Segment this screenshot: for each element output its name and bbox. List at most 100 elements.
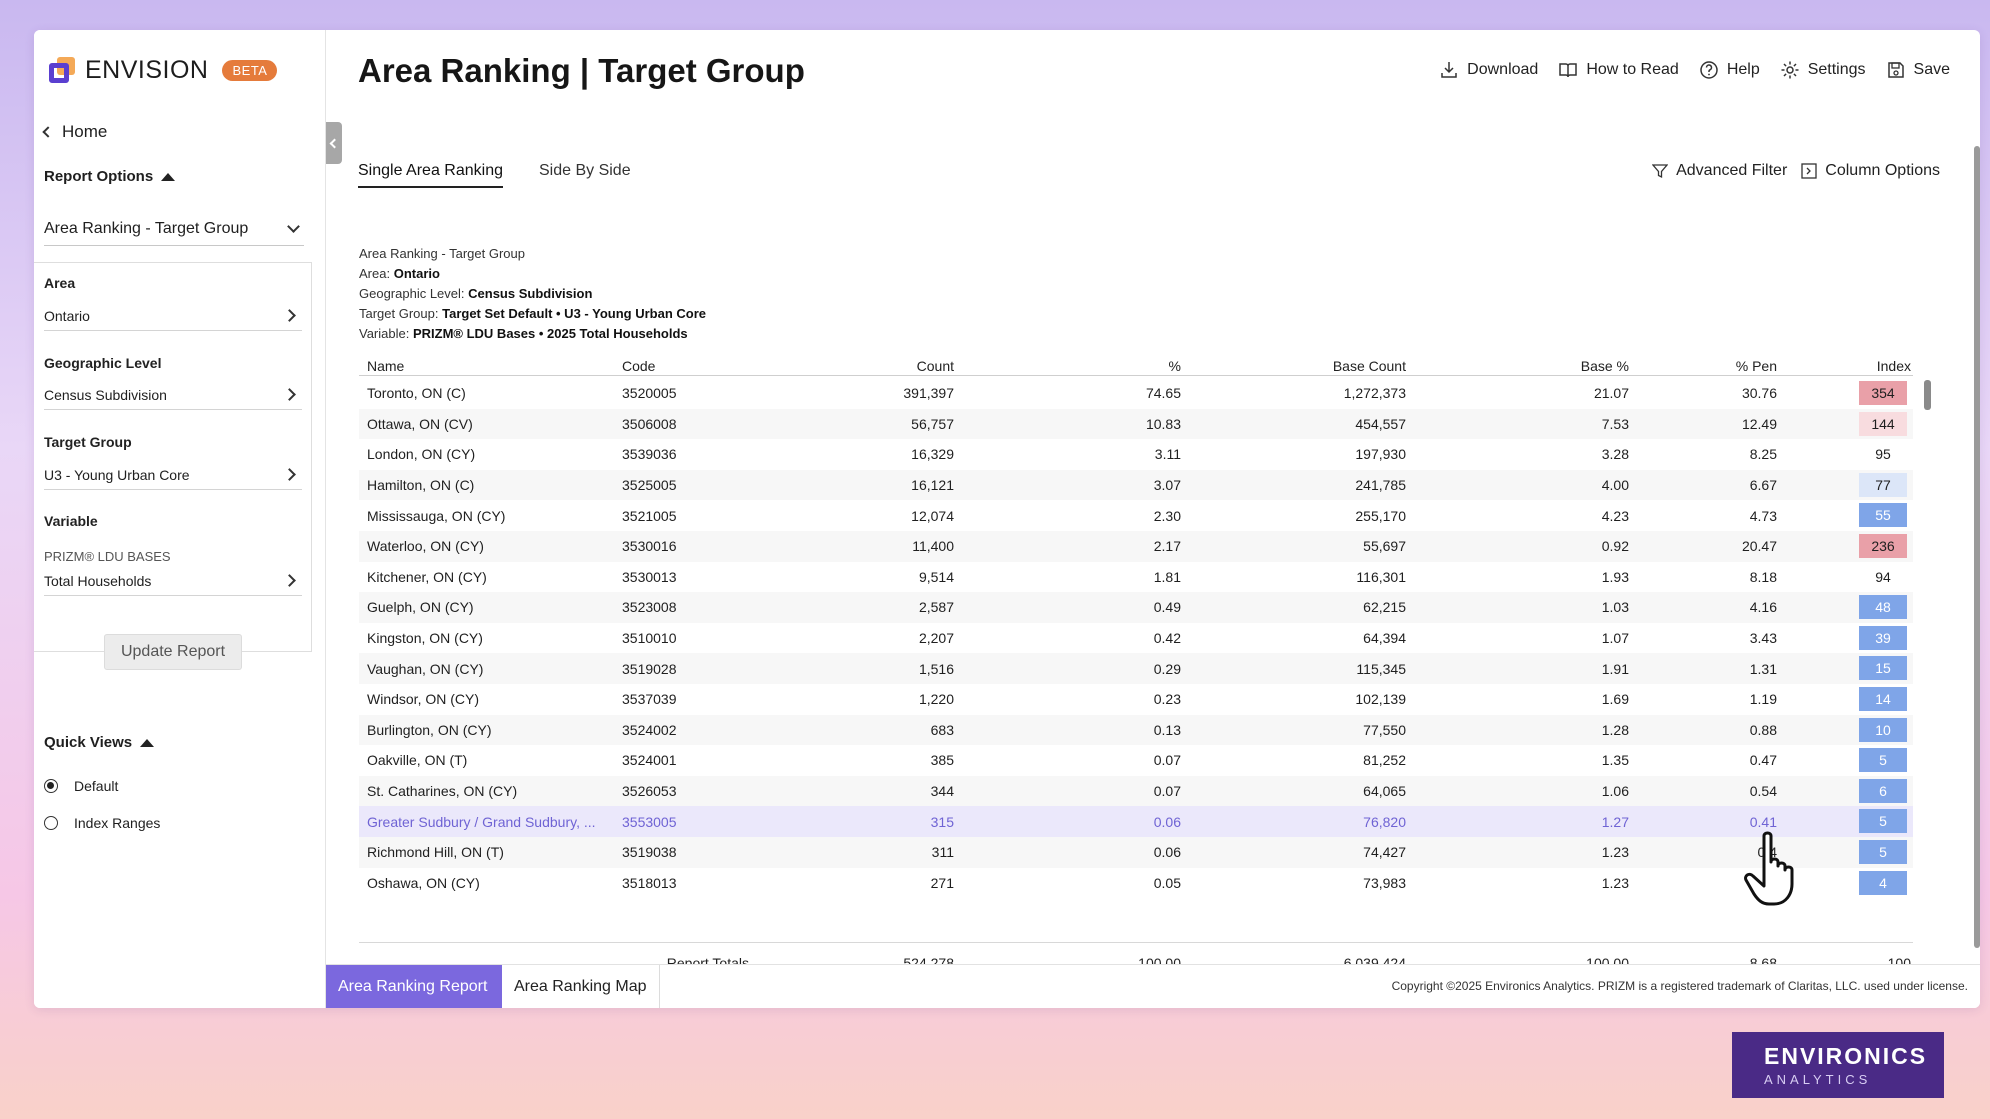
table-row[interactable]: London, ON (CY) 3539036 16,329 3.11 197,930 3… xyxy=(359,439,1913,470)
cell-name: Hamilton, ON (C) xyxy=(367,477,475,494)
download-button[interactable]: Download xyxy=(1439,60,1538,80)
table-row[interactable]: Kitchener, ON (CY) 3530013 9,514 1.81 116,30… xyxy=(359,562,1913,593)
table-row[interactable]: Hamilton, ON (C) 3525005 16,121 3.07 241,785… xyxy=(359,469,1913,501)
chevron-right-icon xyxy=(283,468,296,481)
how-to-read-label: How to Read xyxy=(1586,61,1679,78)
cell-name: Waterloo, ON (CY) xyxy=(367,538,484,555)
envision-logo-icon xyxy=(49,56,77,85)
cell-pct: 0.13 xyxy=(1153,721,1181,738)
index-badge: 14 xyxy=(1859,687,1907,711)
target-group-selector[interactable]: U3 - Young Urban Core xyxy=(44,460,302,490)
settings-button[interactable]: Settings xyxy=(1780,60,1866,80)
quick-view-default[interactable]: Default xyxy=(44,778,118,794)
meta-target-group: Target Group: Target Set Default • U3 - … xyxy=(359,306,706,321)
geo-level-selector[interactable]: Census Subdivision xyxy=(44,380,302,410)
tab-single-area-ranking[interactable]: Single Area Ranking xyxy=(358,162,503,188)
chevron-right-icon xyxy=(283,388,296,401)
chevron-down-icon xyxy=(287,220,300,233)
quick-views-toggle[interactable]: Quick Views xyxy=(44,734,155,751)
ranking-table: Name Code Count % Base Count Base % % Pe… xyxy=(359,356,1913,942)
cell-pen: 30.76 xyxy=(1741,385,1777,402)
col-pct[interactable]: % xyxy=(989,358,1181,374)
col-code[interactable]: Code xyxy=(622,358,655,374)
cell-name: Burlington, ON (CY) xyxy=(367,721,492,738)
index-badge: 10 xyxy=(1859,717,1907,742)
cell-base-count: 77,550 xyxy=(1363,721,1406,738)
cell-count: 12,074 xyxy=(911,507,954,524)
table-row[interactable]: Oakville, ON (T) 3524001 385 0.07 81,252 1.35… xyxy=(359,745,1913,776)
chevron-right-icon xyxy=(283,309,296,322)
meta-variable: Variable: PRIZM® LDU Bases • 2025 Total … xyxy=(359,326,688,341)
cell-count: 11,400 xyxy=(912,538,954,555)
cell-count: 16,329 xyxy=(911,446,954,463)
report-tabs: Single Area Ranking Side By Side xyxy=(358,162,631,188)
quick-view-index-ranges[interactable]: Index Ranges xyxy=(44,815,160,831)
cell-base-pct: 4.00 xyxy=(1601,477,1629,494)
help-button[interactable]: Help xyxy=(1699,60,1760,80)
table-row[interactable]: Windsor, ON (CY) 3537039 1,220 0.23 102,139 1… xyxy=(359,684,1913,715)
cell-count: 9,514 xyxy=(918,568,954,585)
cell-pct: 2.30 xyxy=(1153,507,1181,524)
index-badge: 5 xyxy=(1859,809,1907,834)
report-options-toggle[interactable]: Report Options xyxy=(44,168,176,185)
cell-name: Kitchener, ON (CY) xyxy=(367,568,487,585)
cell-pen: 1.31 xyxy=(1749,660,1777,677)
columns-icon xyxy=(1801,163,1817,179)
advanced-filter-button[interactable]: Advanced Filter xyxy=(1652,162,1787,180)
col-name[interactable]: Name xyxy=(367,358,404,374)
table-row[interactable]: Oshawa, ON (CY)35180132710.0573,9831.230… xyxy=(359,868,1913,899)
index-badge: 39 xyxy=(1859,625,1907,650)
cell-base-count: 241,785 xyxy=(1355,477,1406,494)
how-to-read-button[interactable]: How to Read xyxy=(1558,60,1679,80)
area-selector[interactable]: Ontario xyxy=(44,301,302,331)
table-row[interactable]: Kingston, ON (CY) 3510010 2,207 0.42 64,394 1… xyxy=(359,623,1913,654)
cell-base-pct: 4.23 xyxy=(1601,507,1629,524)
index-badge: 55 xyxy=(1859,503,1907,528)
col-count[interactable]: Count xyxy=(759,358,954,374)
tab-area-ranking-map[interactable]: Area Ranking Map xyxy=(502,965,660,1008)
table-row[interactable]: Ottawa, ON (CV) 3506008 56,757 10.83 454,557… xyxy=(359,408,1913,440)
cell-name: Kingston, ON (CY) xyxy=(367,630,483,647)
cell-base-pct: 21.07 xyxy=(1593,385,1629,402)
cell-code: 3506008 xyxy=(622,415,677,432)
col-index[interactable]: Index xyxy=(1799,358,1911,374)
cell-pct: 0.49 xyxy=(1153,599,1181,616)
table-row[interactable]: Waterloo, ON (CY) 3530016 11,400 2.17 55,697… xyxy=(359,531,1913,562)
cell-pct: 0.29 xyxy=(1153,660,1181,677)
cell-count: 271 xyxy=(930,874,954,891)
brand-line-2: ANALYTICS xyxy=(1764,1072,1872,1087)
table-row[interactable]: Richmond Hill, ON (T) 3519038 311 0.06 74,42… xyxy=(359,837,1913,868)
table-row[interactable]: Toronto, ON (C) 3520005 391,397 74.65 1,272,… xyxy=(359,378,1913,409)
variable-selector[interactable]: Total Households xyxy=(44,566,302,596)
table-scroll-thumb[interactable] xyxy=(1924,380,1931,410)
app-logo[interactable]: ENVISION BETA xyxy=(49,56,278,85)
tab-side-by-side[interactable]: Side By Side xyxy=(539,162,631,188)
table-row[interactable]: Vaughan, ON (CY) 3519028 1,516 0.29 115,345 1… xyxy=(359,653,1913,684)
table-row[interactable]: Burlington, ON (CY) 3524002 683 0.13 77,550 1… xyxy=(359,714,1913,746)
cell-base-count: 76,820 xyxy=(1363,813,1406,830)
index-badge: 94 xyxy=(1859,564,1907,589)
cell-code: 3539036 xyxy=(622,446,677,463)
col-base-pct[interactable]: Base % xyxy=(1439,358,1629,374)
area-label: Area xyxy=(44,275,76,291)
save-button[interactable]: Save xyxy=(1886,60,1950,80)
advanced-filter-label: Advanced Filter xyxy=(1676,162,1788,179)
table-row[interactable]: Mississauga, ON (CY) 3521005 12,074 2.30 255… xyxy=(359,500,1913,531)
table-row[interactable]: St. Catharines, ON (CY) 3526053 344 0.07 64,… xyxy=(359,775,1913,807)
tab-area-ranking-report[interactable]: Area Ranking Report xyxy=(326,965,502,1008)
cell-base-pct: 1.23 xyxy=(1601,844,1629,861)
target-group-label: Target Group xyxy=(44,434,132,450)
update-report-button[interactable]: Update Report xyxy=(104,634,242,670)
home-link[interactable]: Home xyxy=(42,122,107,142)
index-badge: 354 xyxy=(1859,381,1907,405)
cell-base-count: 115,345 xyxy=(1356,660,1406,677)
col-base-count[interactable]: Base Count xyxy=(1219,358,1406,374)
cell-code: 3520005 xyxy=(622,385,677,402)
report-type-select[interactable]: Area Ranking - Target Group xyxy=(44,212,304,246)
table-row[interactable]: Greater Sudbury / Grand Sudbury, ... 3553… xyxy=(359,806,1913,837)
table-row[interactable]: Guelph, ON (CY) 3523008 2,587 0.49 62,215 1.0… xyxy=(359,592,1913,623)
page-scroll-thumb[interactable] xyxy=(1974,146,1980,948)
column-options-button[interactable]: Column Options xyxy=(1801,162,1940,180)
col-pen[interactable]: % Pen xyxy=(1659,358,1777,374)
page-scrollbar[interactable] xyxy=(1974,146,1980,948)
